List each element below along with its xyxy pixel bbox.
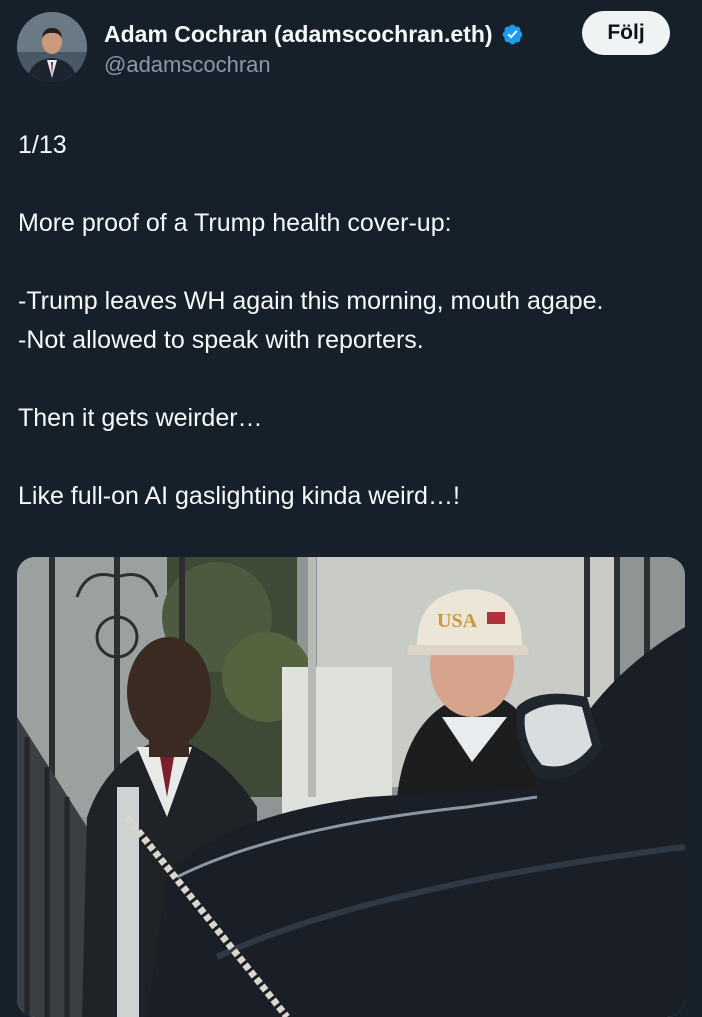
author-handle[interactable]: @adamscochran xyxy=(104,52,271,78)
tweet-line: Like full-on AI gaslighting kinda weird…… xyxy=(18,482,460,510)
verified-badge-icon[interactable] xyxy=(501,23,524,46)
avatar[interactable] xyxy=(17,12,87,82)
tweet-line-gap xyxy=(18,360,684,399)
tweet-line: -Not allowed to speak with reporters. xyxy=(18,326,424,354)
tweet-text: 1/13 More proof of a Trump health cover-… xyxy=(18,126,684,516)
tweet-line-gap xyxy=(18,165,684,204)
avatar-image xyxy=(17,12,87,82)
photo-scene: USA xyxy=(17,557,685,1017)
tweet-line: -Trump leaves WH again this morning, mou… xyxy=(18,287,604,315)
tweet-photo[interactable]: USA xyxy=(17,557,685,1017)
tweet-line: More proof of a Trump health cover-up: xyxy=(18,209,452,237)
tweet-line-gap xyxy=(18,243,684,282)
follow-button[interactable]: Följ xyxy=(582,11,670,55)
cap-text: USA xyxy=(437,610,478,632)
tweet-line-gap xyxy=(18,438,684,477)
author-name-row: Adam Cochran (adamscochran.eth) xyxy=(104,20,524,48)
tweet-line: 1/13 xyxy=(18,131,67,159)
author-display-name[interactable]: Adam Cochran (adamscochran.eth) xyxy=(104,20,493,48)
tweet-line: Then it gets weirder… xyxy=(18,404,263,432)
tweet-header: Adam Cochran (adamscochran.eth) @adamsco… xyxy=(0,0,702,100)
